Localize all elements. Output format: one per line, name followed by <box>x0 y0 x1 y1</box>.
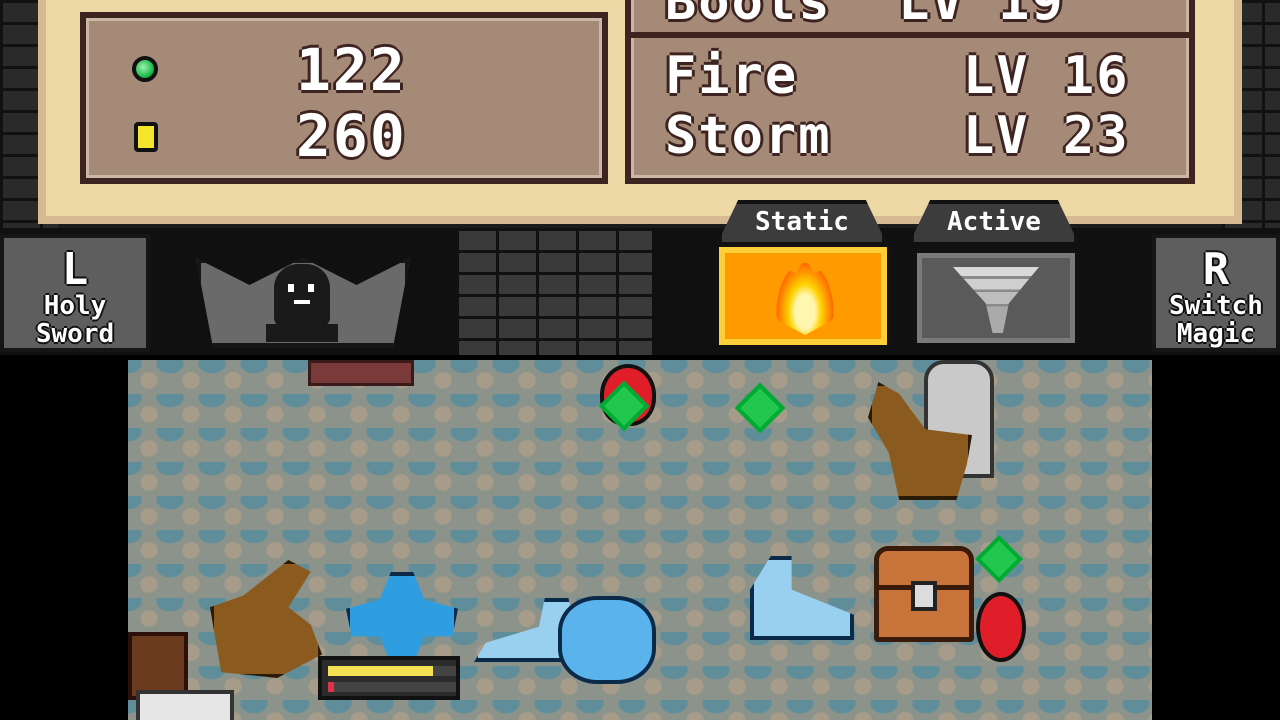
treasure-chest-icon[interactable] <box>874 546 974 642</box>
chest-lock-icon <box>911 581 937 611</box>
blue-crab-enemy[interactable] <box>558 596 656 684</box>
mana-bar <box>328 682 456 692</box>
wooden-bench-icon <box>308 360 414 386</box>
brick-stack <box>456 228 652 355</box>
shadow-character-body <box>266 324 338 342</box>
switch-magic-label-line1: Switch <box>1169 291 1263 321</box>
currency-panel: 122 260 <box>80 12 608 184</box>
health-bar <box>328 666 456 676</box>
magic-levels-panel: Boots LV 19 Fire LV 16 Storm LV 23 <box>625 0 1195 184</box>
fire-icon <box>773 257 837 335</box>
gold-coin-icon <box>134 122 158 152</box>
green-gem-icon <box>132 56 158 82</box>
active-magic-slot[interactable] <box>912 248 1080 348</box>
boots-level-row: Boots LV 19 <box>665 0 1065 32</box>
hud-bar: L Holy Sword Static Active R Switch Magi… <box>0 200 1280 355</box>
top-screen: 122 260 Boots LV 19 Fire LV 16 Storm LV … <box>0 0 1280 228</box>
holy-sword-label-line2: Sword <box>35 319 115 349</box>
magic-level: LV 23 <box>963 106 1130 166</box>
holy-sword-label-line1: Holy <box>43 291 107 321</box>
tab-static[interactable]: Static <box>718 200 886 242</box>
health-bar-fill <box>328 666 433 676</box>
switch-magic-label-line2: Magic <box>1176 319 1256 349</box>
tornado-icon <box>953 267 1039 333</box>
l-key-label: L <box>61 244 89 295</box>
holy-sword-button[interactable]: L Holy Sword <box>0 234 150 352</box>
green-gem-icon[interactable] <box>974 534 1024 584</box>
tab-active[interactable]: Active <box>910 200 1078 242</box>
r-key-label: R <box>1202 244 1230 295</box>
gem-count: 122 <box>296 36 407 104</box>
red-gem-icon[interactable] <box>976 592 1026 662</box>
gold-count: 260 <box>296 102 407 170</box>
shadow-character-icon <box>274 264 330 326</box>
blue-boots-icon[interactable] <box>750 556 854 640</box>
white-item-icon[interactable] <box>136 690 234 720</box>
blue-armor-icon[interactable] <box>346 572 458 664</box>
mana-bar-fill <box>328 682 335 692</box>
player-status-bars <box>318 656 460 700</box>
green-gem-icon[interactable] <box>734 382 786 434</box>
switch-magic-button[interactable]: R Switch Magic <box>1152 234 1280 352</box>
magic-name: Storm <box>665 106 832 166</box>
brown-glove-icon[interactable] <box>210 560 322 678</box>
magic-level: LV 16 <box>963 46 1130 106</box>
dungeon-floor[interactable] <box>128 360 1152 720</box>
static-magic-slot[interactable] <box>714 242 892 350</box>
magic-name: Fire <box>665 46 799 106</box>
panel-divider <box>631 32 1189 38</box>
